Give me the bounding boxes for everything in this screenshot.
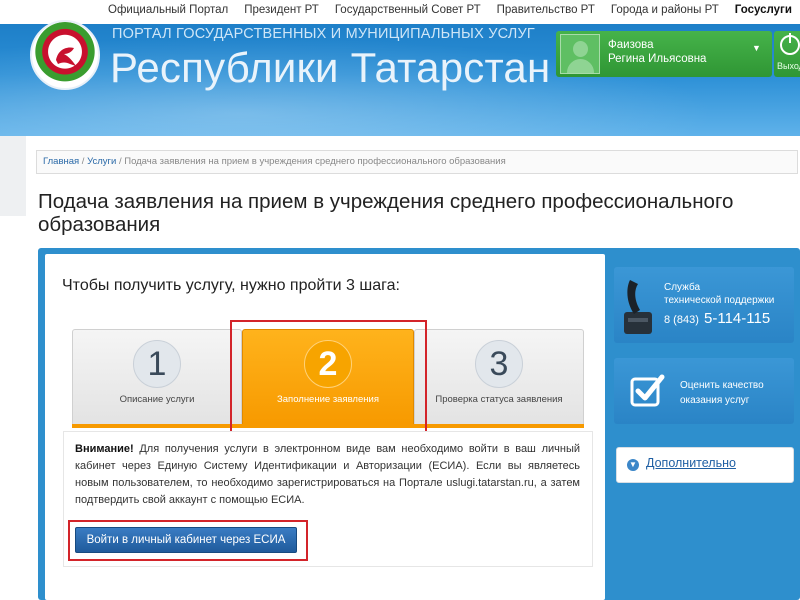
top-nav-cities[interactable]: Города и районы РТ	[603, 4, 727, 16]
highlight-frame-button	[68, 520, 308, 561]
top-nav-gosuslugi[interactable]: Госуслуги	[727, 4, 800, 16]
step-tab-3[interactable]: 3 Проверка статуса заявления	[414, 329, 584, 425]
notice-body: Для получения услуги в электронном виде …	[75, 443, 580, 506]
power-icon	[780, 33, 800, 55]
top-nav-government[interactable]: Правительство РТ	[489, 4, 603, 16]
support-phone-number: 5-114-115	[704, 310, 771, 327]
notice-bold: Внимание!	[75, 443, 134, 455]
additional-label[interactable]: Дополнительно	[646, 456, 736, 470]
top-navigation: Официальный Портал Президент РТ Государс…	[0, 0, 800, 24]
logout-button[interactable]: Выход	[774, 31, 800, 77]
rate-line1: Оценить качество	[680, 380, 764, 391]
support-line1: Служба	[664, 282, 701, 293]
portal-subtitle: ПОРТАЛ ГОСУДАРСТВЕННЫХ И МУНИЦИПАЛЬНЫХ У…	[112, 26, 535, 42]
portal-title: Республики Татарстан	[110, 44, 551, 91]
step-number: 3	[475, 340, 523, 388]
snow-leopard-icon	[56, 47, 76, 66]
steps-heading: Чтобы получить услугу, нужно пройти 3 ша…	[62, 277, 400, 294]
step-number: 1	[133, 340, 181, 388]
logout-label: Выход	[777, 61, 800, 71]
highlight-frame-step	[230, 320, 427, 440]
chevron-down-icon[interactable]: ▼	[752, 43, 761, 53]
user-surname: Фаизова	[608, 39, 654, 51]
user-given-name: Регина Ильясовна	[608, 53, 707, 65]
page-title: Подача заявления на прием в учреждения с…	[38, 190, 734, 236]
phone-icon	[624, 280, 652, 334]
breadcrumb-separator: /	[79, 156, 88, 167]
breadcrumb-services[interactable]: Услуги	[87, 156, 116, 167]
breadcrumb-home[interactable]: Главная	[43, 156, 79, 167]
rate-line2: оказания услуг	[680, 395, 750, 406]
chevron-down-circle-icon: ▼	[627, 459, 639, 471]
step-tab-1[interactable]: 1 Описание услуги	[72, 329, 242, 425]
checkbox-icon	[630, 374, 665, 407]
top-nav-items: Официальный Портал Президент РТ Государс…	[100, 4, 800, 16]
user-menu[interactable]: Фаизова Регина Ильясовна ▼	[556, 31, 772, 77]
notice-text: Внимание! Для получения услуги в электро…	[75, 441, 580, 509]
user-avatar-icon	[560, 34, 600, 74]
left-background-strip	[0, 136, 26, 216]
support-line2: технической поддержки	[664, 295, 775, 306]
step-label: Описание услуги	[119, 394, 195, 405]
top-nav-official-portal[interactable]: Официальный Портал	[100, 4, 236, 16]
step-label: Проверка статуса заявления	[435, 394, 563, 405]
coat-of-arms-logo[interactable]	[30, 20, 100, 90]
top-nav-state-council[interactable]: Государственный Совет РТ	[327, 4, 489, 16]
breadcrumb-current: Подача заявления на прием в учреждения с…	[124, 156, 506, 167]
breadcrumb: Главная / Услуги / Подача заявления на п…	[36, 150, 798, 174]
support-phone-code: 8 (843)	[664, 314, 699, 326]
top-nav-president[interactable]: Президент РТ	[236, 4, 327, 16]
